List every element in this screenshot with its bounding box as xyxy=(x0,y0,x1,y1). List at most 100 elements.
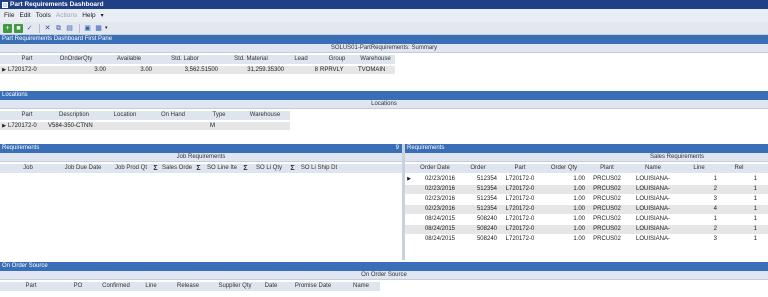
cell-part: L720172-0 xyxy=(505,186,535,192)
col-date[interactable]: Date xyxy=(258,282,284,291)
row-selector-icon xyxy=(405,235,413,244)
col-order-qty[interactable]: Order Qty xyxy=(541,164,587,173)
pin-icon[interactable]: 9 xyxy=(396,144,399,153)
menu-tools[interactable]: Tools xyxy=(36,12,51,19)
toolbar-separator xyxy=(79,23,80,33)
table-row[interactable]: 02/23/2016 512354 L720172-0 1.00 PRCUS02 LOUI… xyxy=(405,185,768,194)
col-group[interactable]: Group xyxy=(318,55,356,64)
col-po[interactable]: PO xyxy=(62,282,94,291)
col-plant[interactable]: Plant xyxy=(587,164,627,173)
sum-icon[interactable]: Σ xyxy=(152,164,159,173)
clear-icon[interactable]: ✓ xyxy=(25,24,34,33)
col-name[interactable]: Name xyxy=(342,282,380,291)
save-icon[interactable]: ■ xyxy=(14,23,23,33)
col-line[interactable]: Line xyxy=(138,282,164,291)
row-selector-icon xyxy=(405,215,413,224)
paste-icon[interactable]: ▤ xyxy=(65,24,74,33)
cell-plant: PRCUS02 xyxy=(593,216,621,222)
table-row[interactable]: 08/24/2015 508240 L720172-0 1.00 PRCUS02 LOUI… xyxy=(405,215,768,224)
col-supplier-qty[interactable]: Supplier Qty xyxy=(212,282,258,291)
table-row[interactable]: 08/24/2015 508240 L720172-0 1.00 PRCUS02 LOUI… xyxy=(405,225,768,234)
cell-name: LOUISIANA- xyxy=(635,176,670,182)
menu-edit[interactable]: Edit xyxy=(19,12,30,19)
col-available[interactable]: Available xyxy=(106,55,152,64)
cell-order-qty: 1.00 xyxy=(573,196,585,202)
col-part[interactable]: Part xyxy=(8,111,46,120)
cell-order-date: 02/23/2016 xyxy=(424,196,455,202)
col-so-li-ship-dt[interactable]: SO Li Ship Dt xyxy=(296,164,342,173)
table-row[interactable]: 02/23/2016 512354 L720172-0 1.00 PRCUS02 LOUI… xyxy=(405,195,768,204)
sum-icon[interactable]: Σ xyxy=(242,164,249,173)
col-warehouse[interactable]: Warehouse xyxy=(240,111,290,120)
col-on-hand[interactable]: On Hand xyxy=(148,111,198,120)
col-type[interactable]: Type xyxy=(198,111,240,120)
delete-icon[interactable]: ✕ xyxy=(43,24,52,33)
table-row[interactable]: 08/24/2015 508240 L720172-0 1.00 PRCUS02 LOUI… xyxy=(405,235,768,244)
cell-line: 2 xyxy=(713,226,717,232)
app-icon xyxy=(2,1,8,8)
first-pane-grid-header: Part OnOrderQty Available Std. Labor Std… xyxy=(0,55,395,64)
col-part[interactable]: Part xyxy=(499,164,541,173)
requirements-left-title: Requirements xyxy=(2,145,40,151)
cell-line: 4 xyxy=(713,206,717,212)
col-warehouse[interactable]: Warehouse xyxy=(356,55,395,64)
view-dropdown-icon[interactable]: ▾ xyxy=(105,25,108,31)
col-so-line-item[interactable]: SO Line Ite xyxy=(202,164,242,173)
col-lead[interactable]: Lead xyxy=(284,55,318,64)
col-order-date[interactable]: Order Date xyxy=(413,164,457,173)
menu-help[interactable]: Help xyxy=(82,12,95,19)
col-job-due-date[interactable]: Job Due Date xyxy=(56,164,110,173)
table-row[interactable]: 02/23/2016 512354 L720172-0 1.00 PRCUS02 LOUI… xyxy=(405,205,768,214)
row-selector-icon: ▶ xyxy=(2,123,6,129)
table-row[interactable]: ▶ L720172-0 V584-350-CTNN M xyxy=(0,122,290,130)
row-selector-icon: ▶ xyxy=(2,67,6,73)
cell-order-date: 08/24/2015 xyxy=(424,236,455,242)
cell-order-date: 02/23/2016 xyxy=(424,206,455,212)
col-job[interactable]: Job xyxy=(0,164,56,173)
sales-requirements-label: Sales Requirements xyxy=(650,154,705,160)
col-description[interactable]: Description xyxy=(46,111,102,120)
col-so-li-qty[interactable]: SO Li Qty xyxy=(249,164,289,173)
col-job-prod-qty[interactable]: Job Prod Qt xyxy=(110,164,152,173)
col-part[interactable]: Part xyxy=(0,282,62,291)
menu-bar: File Edit Tools Actions Help ▾ xyxy=(0,9,768,22)
col-rel[interactable]: Rel xyxy=(719,164,759,173)
cell-rel: 1 xyxy=(753,206,757,212)
cell-order-date: 08/24/2015 xyxy=(424,216,455,222)
col-location[interactable]: Location xyxy=(102,111,148,120)
sum-icon[interactable]: Σ xyxy=(195,164,202,173)
menu-file[interactable]: File xyxy=(4,12,14,19)
cell-lead: 8 xyxy=(314,67,318,73)
col-part[interactable]: Part xyxy=(8,55,46,64)
copy-icon[interactable]: ⧉ xyxy=(54,24,63,33)
table-row[interactable]: ▶ L720172-0 3.00 3.00 3,562.51500 31,259… xyxy=(0,66,395,74)
col-release[interactable]: Release xyxy=(164,282,212,291)
menu-actions[interactable]: Actions xyxy=(56,12,77,19)
cell-order-date: 08/24/2015 xyxy=(424,226,455,232)
col-confirmed[interactable]: Confirmed xyxy=(94,282,138,291)
col-std-material[interactable]: Std. Material xyxy=(218,55,284,64)
cell-description: V584-350-CTNN xyxy=(48,123,93,129)
sum-icon[interactable]: Σ xyxy=(289,164,296,173)
cell-line: 3 xyxy=(713,236,717,242)
cell-rel: 1 xyxy=(753,176,757,182)
requirements-left-header: Requirements 9 xyxy=(0,144,402,153)
col-onorderqty[interactable]: OnOrderQty xyxy=(46,55,106,64)
cell-order-qty: 1.00 xyxy=(573,236,585,242)
col-sales-order[interactable]: Sales Orde xyxy=(159,164,195,173)
print-icon[interactable]: ▣ xyxy=(83,24,92,33)
col-std-labor[interactable]: Std. Labor xyxy=(152,55,218,64)
col-name[interactable]: Name xyxy=(627,164,679,173)
cell-line: 1 xyxy=(713,176,717,182)
cell-part: L720172-0 xyxy=(505,216,535,222)
col-order[interactable]: Order xyxy=(457,164,499,173)
new-icon[interactable]: + xyxy=(3,23,12,33)
cell-name: LOUISIANA- xyxy=(635,206,670,212)
view-icon[interactable]: ▦ xyxy=(94,24,103,33)
cell-plant: PRCUS02 xyxy=(593,206,621,212)
col-promise-date[interactable]: Promise Date xyxy=(284,282,342,291)
cell-plant: PRCUS02 xyxy=(593,226,621,232)
col-line[interactable]: Line xyxy=(679,164,719,173)
table-row[interactable]: ▶ 02/23/2016 512354 L720172-0 1.00 PRCUS02 LOU… xyxy=(405,175,768,184)
cell-order-date: 02/23/2016 xyxy=(424,186,455,192)
